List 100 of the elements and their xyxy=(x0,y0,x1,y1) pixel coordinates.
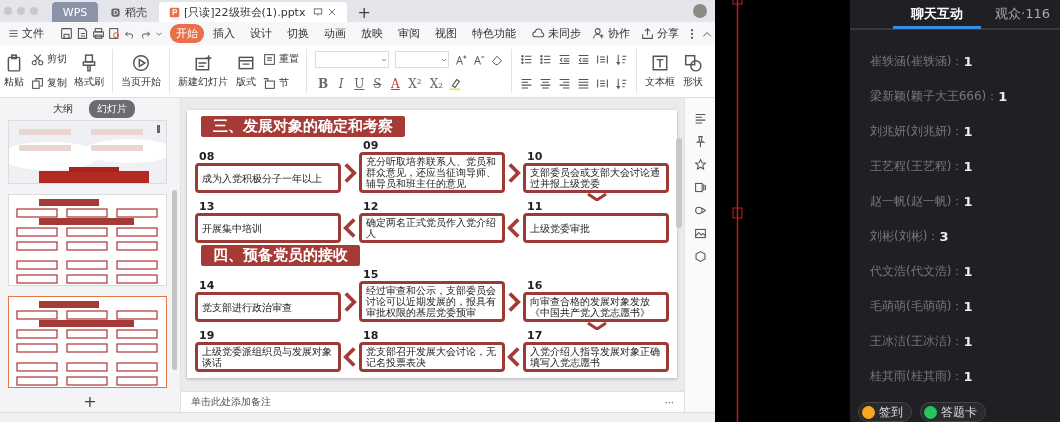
section-button[interactable]: 节 xyxy=(260,75,302,91)
export-icon[interactable] xyxy=(76,27,89,40)
format-button[interactable]: U xyxy=(351,76,368,91)
line-spacing-icon[interactable] xyxy=(615,76,628,90)
chat-tab[interactable]: 观众·116 xyxy=(995,0,1050,28)
ribbon-tab[interactable]: 插入 xyxy=(207,24,241,43)
align-right-icon[interactable] xyxy=(558,76,571,90)
format-button[interactable]: A xyxy=(387,76,404,91)
ribbon-tab[interactable]: 特色功能 xyxy=(466,24,522,43)
indent-icon[interactable] xyxy=(577,52,590,66)
copy-button[interactable]: 复制 xyxy=(28,75,70,91)
print-icon[interactable] xyxy=(92,27,105,40)
cloud-icon xyxy=(532,27,545,40)
format-button[interactable]: X₂ xyxy=(426,76,446,91)
highlighter-icon[interactable] xyxy=(448,76,462,91)
copy-icon xyxy=(31,76,44,90)
print-preview-icon[interactable] xyxy=(108,27,121,40)
distribute-icon[interactable] xyxy=(596,76,609,90)
avatar[interactable] xyxy=(693,4,707,18)
play-button[interactable]: 当页开始 xyxy=(117,47,165,95)
scrollbar[interactable] xyxy=(172,190,177,370)
outdent-icon[interactable] xyxy=(558,52,571,66)
ribbon-tab[interactable]: 审阅 xyxy=(392,24,426,43)
slide-thumbnail[interactable] xyxy=(8,296,167,388)
star-icon[interactable] xyxy=(693,158,707,171)
window-tab[interactable]: [只读]22级班会(1).pptx xyxy=(159,2,348,22)
step-box: 成为入党积极分子一年以上 xyxy=(195,163,341,193)
align-left-icon[interactable] xyxy=(520,76,533,90)
chat-message: 毛萌萌(毛萌萌)：1 xyxy=(870,298,974,316)
chat-action-button[interactable]: 答题卡 xyxy=(920,402,986,422)
scissors-icon xyxy=(31,52,44,66)
justify-icon[interactable] xyxy=(577,76,590,90)
format-button[interactable]: S xyxy=(369,76,386,91)
step-number: 15 xyxy=(362,269,380,281)
sort-icon[interactable] xyxy=(615,52,628,66)
transition-icon[interactable] xyxy=(693,181,707,194)
step-number: 11 xyxy=(526,201,544,213)
align-center-icon[interactable] xyxy=(539,76,552,90)
chat-message: 崔轶涵(崔轶涵)：1 xyxy=(870,53,974,71)
format-button[interactable]: X² xyxy=(405,76,425,91)
file-menu[interactable]: 文件 xyxy=(4,24,48,43)
notes-placeholder[interactable]: 单击此处添加备注 xyxy=(191,395,271,409)
ribbon-tab[interactable]: 动画 xyxy=(318,24,352,43)
step-box: 开展集中培训 xyxy=(195,213,341,243)
chevron-icon xyxy=(585,322,609,330)
step-box: 党支部进行政治审查 xyxy=(195,292,341,322)
format-button[interactable]: I xyxy=(333,76,350,91)
bullet-list-icon[interactable] xyxy=(520,52,533,66)
layout-button[interactable]: 版式 xyxy=(232,47,260,95)
clipboard-icon xyxy=(5,53,23,72)
hexagon-icon[interactable] xyxy=(693,250,707,263)
animation-icon[interactable] xyxy=(693,204,707,217)
sync-button[interactable]: 未同步 xyxy=(528,24,585,43)
chevron-icon xyxy=(342,345,358,369)
ribbon-tab[interactable]: 切换 xyxy=(281,24,315,43)
format-button[interactable]: B xyxy=(315,76,332,91)
share-button[interactable]: 分享 xyxy=(637,24,683,43)
step-number: 10 xyxy=(526,151,544,163)
text-box-button[interactable]: 文本框 xyxy=(641,47,679,95)
columns-icon[interactable] xyxy=(596,52,609,66)
cut-button[interactable]: 剪切 xyxy=(28,51,70,67)
chat-action-button[interactable]: 签到 xyxy=(858,402,912,422)
close-icon[interactable] xyxy=(327,7,338,17)
new-tab-button[interactable]: + xyxy=(349,2,379,22)
properties-icon[interactable] xyxy=(693,112,707,125)
step-box: 支部委员会或支部大会讨论通过并报上级党委 xyxy=(523,163,669,193)
menu-icon xyxy=(8,28,19,39)
grow-font-icon[interactable] xyxy=(455,53,467,66)
shape-button[interactable]: 形状 xyxy=(679,47,707,95)
pin-icon[interactable] xyxy=(693,135,707,148)
add-slide-button[interactable]: + xyxy=(77,390,103,412)
monitor-icon xyxy=(313,7,324,17)
ribbon-tab[interactable]: 放映 xyxy=(355,24,389,43)
numbered-list-icon[interactable] xyxy=(539,52,552,66)
paste-button[interactable]: 粘贴 xyxy=(0,47,28,95)
chat-message: 刘彬(刘彬)：3 xyxy=(870,228,950,246)
save-icon[interactable] xyxy=(60,27,73,40)
scrollbar[interactable] xyxy=(676,138,682,228)
chat-tab[interactable]: 聊天互动 xyxy=(893,1,981,29)
format-painter-button[interactable]: 格式刷 xyxy=(70,47,108,95)
ribbon-tab[interactable]: 视图 xyxy=(429,24,463,43)
play-icon xyxy=(132,53,150,72)
window-tab[interactable]: 稻壳 xyxy=(100,2,157,22)
docer-icon xyxy=(110,6,121,18)
brush-icon xyxy=(80,53,98,72)
shrink-font-icon[interactable] xyxy=(473,53,485,66)
section-icon xyxy=(263,76,276,90)
view-tab[interactable]: 大纲 xyxy=(45,100,81,118)
more-button[interactable]: ··· xyxy=(664,396,674,408)
eraser-icon[interactable] xyxy=(491,53,503,66)
step-number: 17 xyxy=(526,330,544,342)
step-number: 09 xyxy=(362,140,380,152)
reset-button[interactable]: 重置 xyxy=(260,51,302,67)
picture-icon[interactable] xyxy=(693,227,707,240)
chevron-icon xyxy=(585,193,609,201)
collaborate-button[interactable]: 协作 xyxy=(588,24,634,43)
step-number: 14 xyxy=(198,280,216,292)
view-tab[interactable]: 幻灯片 xyxy=(89,100,135,118)
new-slide-button[interactable]: 新建幻灯片 xyxy=(174,47,232,95)
ribbon-tab[interactable]: 设计 xyxy=(244,24,278,43)
